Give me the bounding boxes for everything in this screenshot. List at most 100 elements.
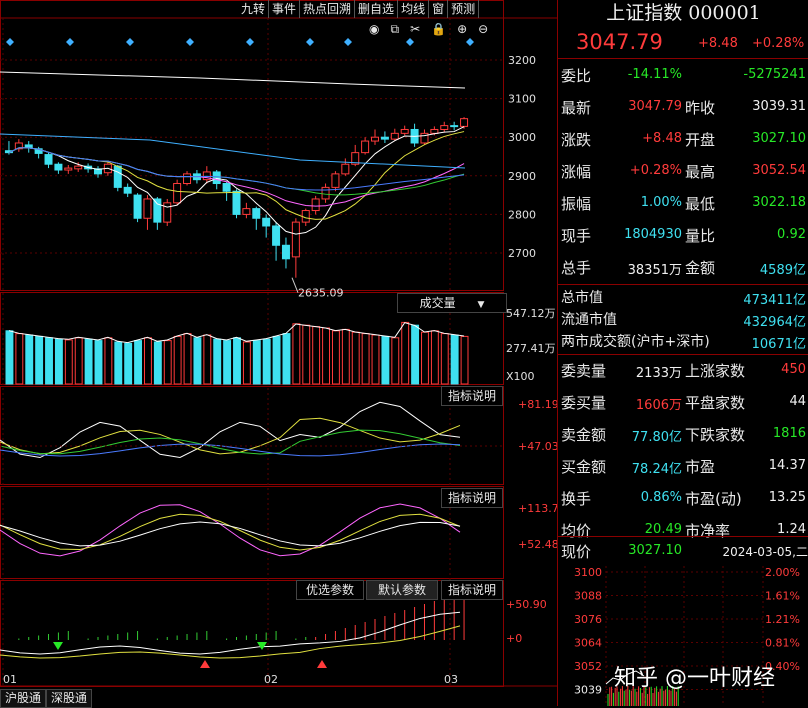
volume-bar: [45, 337, 53, 385]
x-tick-label: 03: [444, 673, 458, 686]
toolbar-button-3[interactable]: 删自选: [355, 0, 399, 18]
minus-icon[interactable]: ⊖: [474, 20, 492, 36]
toolbar-button-1[interactable]: 事件: [269, 0, 301, 18]
candle-body: [232, 190, 241, 215]
volume-bar: [134, 340, 143, 385]
toolbar-button-0[interactable]: 九转: [238, 0, 270, 18]
toolbar-button-4[interactable]: 均线: [398, 0, 430, 18]
stat-row: 委卖量 2133万 上涨家数 450: [558, 355, 808, 383]
volume-tick: 547.12万: [506, 307, 556, 320]
copy-icon[interactable]: ⧉: [386, 20, 403, 36]
indicator1-help-button[interactable]: 指标说明: [441, 386, 503, 406]
tab-shanghai-connect[interactable]: 沪股通: [0, 689, 47, 708]
indicator-line: [0, 625, 461, 659]
event-marker-icon[interactable]: [246, 38, 254, 46]
volume-bar: [213, 338, 222, 385]
volume-bar: [25, 334, 34, 385]
stat-label: 委买量: [561, 394, 607, 412]
stat-value-2: 3052.54: [752, 163, 806, 178]
stat-row: 换手 0.86% 市盈(动) 13.25: [558, 483, 808, 511]
volume-bar: [84, 338, 93, 385]
indicator3-help-button[interactable]: 指标说明: [441, 580, 503, 600]
intraday-y-tick: 3100: [574, 566, 602, 579]
y-tick-label: 3200: [508, 54, 536, 67]
lock-icon[interactable]: 🔒: [427, 20, 450, 36]
stat-label: 委比: [561, 67, 592, 85]
event-marker-icon[interactable]: [6, 38, 14, 46]
main-chart-area[interactable]: 3200 3100 3000 2900 2800 2700 547.12万 277.41万 X…: [0, 0, 557, 706]
stat-label: 买金额: [561, 458, 607, 476]
intraday-label: 现价: [561, 543, 592, 561]
volume-bar: [322, 327, 330, 385]
volume-bar: [242, 341, 251, 385]
event-marker-icon[interactable]: [66, 38, 74, 46]
volume-bar: [163, 340, 172, 385]
volume-bar: [203, 334, 212, 385]
event-marker-icon[interactable]: [406, 38, 414, 46]
stat-row: 振幅 1.00% 最低 3022.18: [558, 188, 808, 216]
indicator3-tick: +0: [506, 632, 522, 645]
plus-icon[interactable]: ⊕: [453, 20, 471, 36]
indicator2-tick: +113.7: [518, 502, 557, 515]
stat-value: -14.11%: [627, 67, 682, 82]
stat-row: 涨跌 +8.48 开盘 3027.10: [558, 124, 808, 152]
stat-value-2: -5275241: [743, 67, 806, 82]
y-tick-label: 2700: [508, 247, 536, 260]
candle-body: [173, 183, 182, 204]
intraday-y-tick: 3052: [574, 660, 602, 673]
stat-row: 买金额 78.24亿 市盈 14.37: [558, 451, 808, 479]
candle-body: [262, 217, 271, 227]
volume-bar: [193, 337, 202, 385]
stock-terminal: 3200 3100 3000 2900 2800 2700 547.12万 277.41万 X…: [0, 0, 808, 708]
stat-label: 振幅: [561, 195, 592, 213]
event-marker-icon[interactable]: [126, 38, 134, 46]
tab-preferred-params[interactable]: 优选参数: [296, 580, 364, 600]
volume-bar: [391, 337, 400, 385]
stat-label: 最新: [561, 99, 592, 117]
eye-icon[interactable]: ◉: [365, 20, 383, 36]
stat-value: 3047.79: [628, 99, 682, 114]
volume-bar: [292, 323, 301, 385]
volume-selector[interactable]: 成交量 ▼: [397, 293, 507, 313]
stat-label-2: 最低: [685, 195, 716, 213]
intraday-date: 2024-03-05,二: [722, 545, 808, 559]
candle-body: [133, 194, 142, 219]
indicator-line: [0, 521, 461, 547]
event-marker-icon[interactable]: [186, 38, 194, 46]
stat-label-2: 开盘: [685, 131, 716, 149]
stat-value-2: 3022.18: [752, 195, 806, 210]
event-marker-icon[interactable]: [466, 38, 474, 46]
indicator-line: [0, 417, 461, 455]
toolbar-button-5[interactable]: 窗: [429, 0, 449, 18]
intraday-y-tick: 3039: [574, 684, 602, 697]
volume-bar: [64, 339, 73, 385]
stat-label: 总手: [561, 259, 592, 277]
market-value: 10671亿: [751, 337, 806, 352]
stat-label: 卖金额: [561, 426, 607, 444]
indicator2-help-button[interactable]: 指标说明: [441, 488, 503, 508]
volume-bar: [233, 337, 241, 385]
stat-label-2: 市盈: [685, 458, 716, 476]
buy-signal-icon: [317, 660, 327, 668]
stat-value-2: 3039.31: [752, 99, 806, 114]
volume-bar: [124, 342, 133, 385]
candle-body: [311, 198, 320, 212]
candle-body: [272, 225, 281, 246]
scissors-icon[interactable]: ✂: [406, 20, 424, 36]
volume-bar: [104, 337, 113, 385]
toolbar-button-6[interactable]: 预测: [448, 0, 480, 18]
event-marker-icon[interactable]: [306, 38, 314, 46]
candle-body: [222, 183, 231, 192]
tab-default-params[interactable]: 默认参数: [366, 580, 438, 600]
stat-label-2: 最高: [685, 163, 716, 181]
stat-row: 总手 38351万 金额 4589亿: [558, 252, 808, 280]
indicator-line: [0, 503, 461, 557]
tab-shenzhen-connect[interactable]: 深股通: [46, 689, 93, 708]
y-tick-label: 2800: [508, 208, 536, 221]
chart-toolbar: 九转 事件 热点回溯 删自选 均线窗预测: [238, 0, 556, 18]
stat-label: 涨跌: [561, 131, 592, 149]
toolbar-button-2[interactable]: 热点回溯: [300, 0, 356, 18]
index-title: 上证指数 000001: [606, 2, 761, 24]
stat-value: 78.24亿: [631, 462, 682, 477]
event-marker-icon[interactable]: [344, 38, 352, 46]
